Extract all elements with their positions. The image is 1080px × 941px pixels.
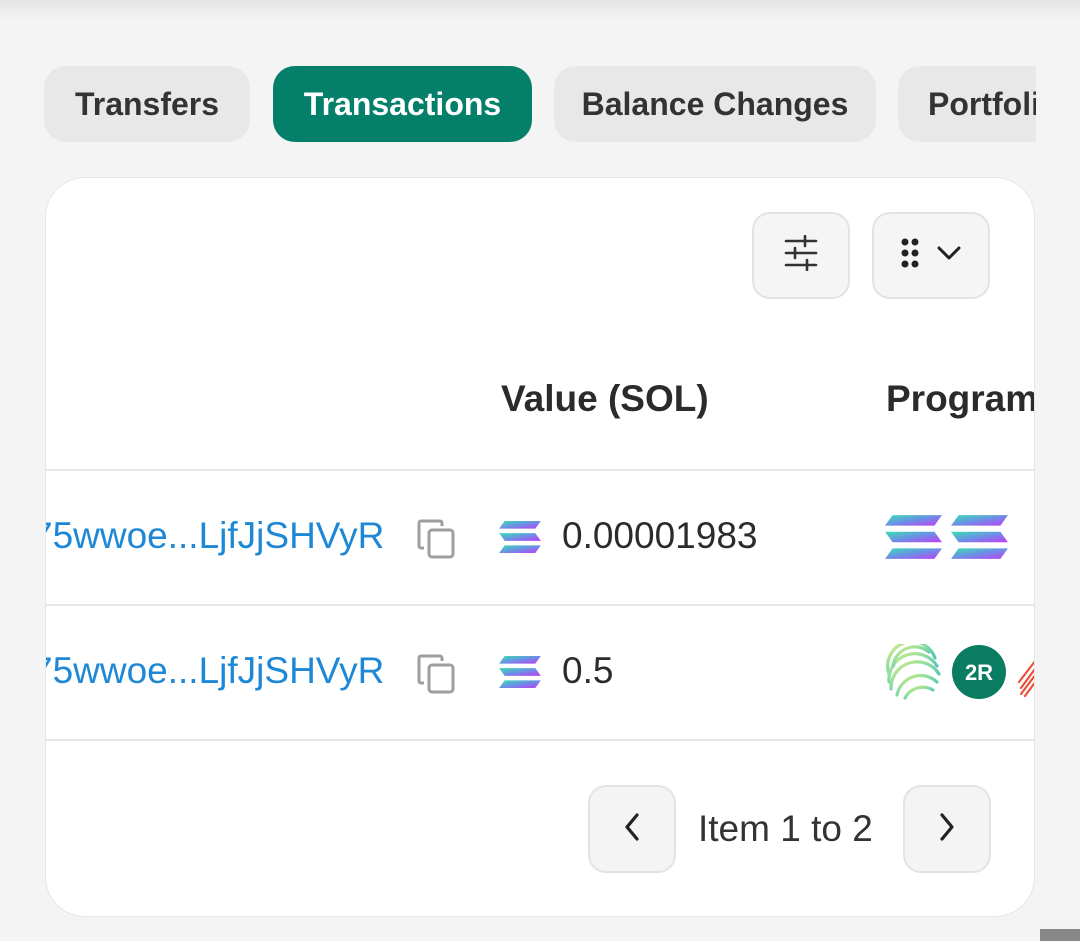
copy-icon[interactable] xyxy=(416,518,456,565)
grip-dots-icon xyxy=(900,237,920,274)
tab-bar: Transfers Transactions Balance Changes P… xyxy=(44,66,1036,144)
table-row: 75wwoe...LjfJjSHVyR 0.5 2R xyxy=(46,606,1034,740)
column-header-programs: Programs xyxy=(886,378,1035,419)
solana-icon xyxy=(499,521,541,558)
chevron-left-icon xyxy=(623,812,641,847)
swirl-logo-icon[interactable] xyxy=(885,640,941,705)
value-sol: 0.00001983 xyxy=(562,515,758,556)
tab-portfolio[interactable]: Portfolio xyxy=(898,66,1036,142)
scrollbar-thumb[interactable] xyxy=(1040,929,1080,941)
chevron-down-icon xyxy=(936,245,962,266)
top-shadow xyxy=(0,0,1080,20)
solana-icon[interactable] xyxy=(885,515,942,564)
solana-icon[interactable] xyxy=(951,515,1008,564)
prev-page-button[interactable] xyxy=(588,785,676,873)
filter-button[interactable] xyxy=(752,212,850,299)
next-page-button[interactable] xyxy=(903,785,991,873)
solana-icon xyxy=(499,656,541,693)
tab-transfers[interactable]: Transfers xyxy=(44,66,250,142)
program-2r-label: 2R xyxy=(965,660,993,685)
program-2r-badge[interactable]: 2R xyxy=(951,644,1007,705)
copy-icon[interactable] xyxy=(416,653,456,700)
transaction-signature-link[interactable]: 75wwoe...LjfJjSHVyR xyxy=(46,515,384,557)
tab-transactions[interactable]: Transactions xyxy=(273,66,532,142)
sliders-icon xyxy=(783,234,819,276)
row-divider xyxy=(46,739,1034,741)
tab-balance-changes[interactable]: Balance Changes xyxy=(554,66,876,142)
red-stripes-logo-icon[interactable] xyxy=(1017,644,1034,705)
chevron-right-icon xyxy=(938,812,956,847)
transactions-card: Value (SOL) Programs 75wwoe...LjfJjSHVyR… xyxy=(45,177,1035,917)
value-sol: 0.5 xyxy=(562,650,614,691)
columns-menu-button[interactable] xyxy=(872,212,990,299)
transaction-signature-link[interactable]: 75wwoe...LjfJjSHVyR xyxy=(46,650,384,692)
table-row: 75wwoe...LjfJjSHVyR 0.00001983 xyxy=(46,471,1035,605)
pagination-label: Item 1 to 2 xyxy=(698,808,873,849)
column-header-value: Value (SOL) xyxy=(501,378,709,419)
